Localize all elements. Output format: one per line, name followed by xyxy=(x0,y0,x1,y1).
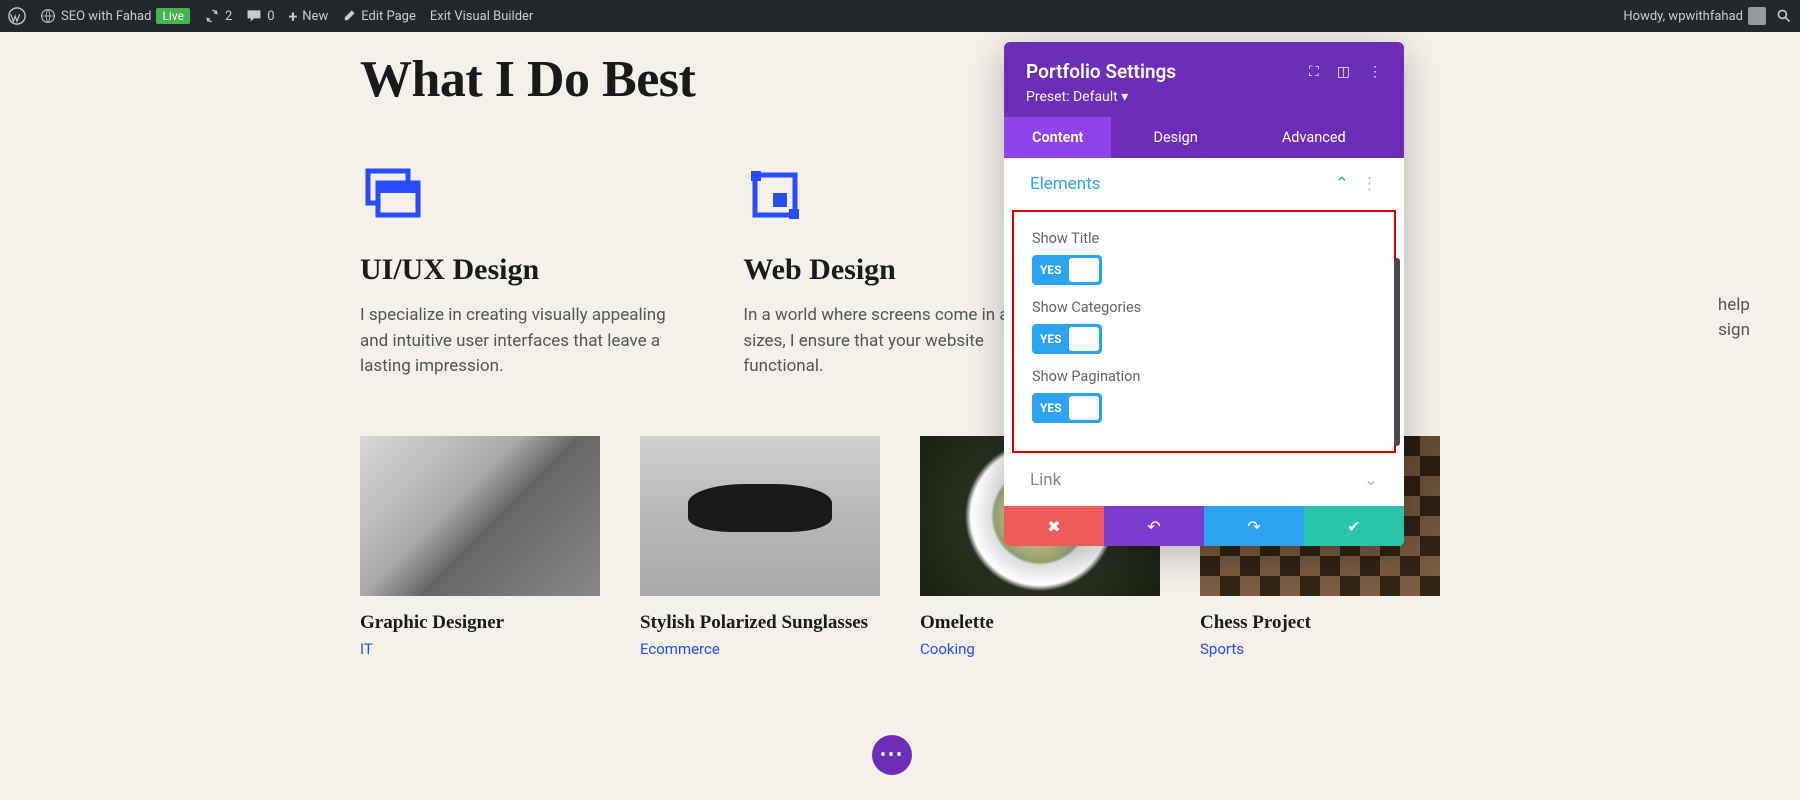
portfolio-title: Graphic Designer xyxy=(360,612,600,634)
updates-count: 2 xyxy=(225,9,232,24)
service-desc-fragment: help xyxy=(1718,293,1750,319)
exit-visual-builder-link[interactable]: Exit Visual Builder xyxy=(430,9,533,24)
avatar xyxy=(1748,7,1766,25)
crop-icon xyxy=(743,163,807,227)
toggle-show-pagination-row: Show Pagination YES xyxy=(1032,368,1376,423)
browser-stack-icon xyxy=(360,163,424,227)
check-icon: ✔ xyxy=(1347,517,1360,536)
portfolio-title: Stylish Polarized Sunglasses xyxy=(640,612,880,634)
more-icon: ••• xyxy=(880,745,904,766)
page-content: What I Do Best UI/UX Design I specialize… xyxy=(0,50,1800,658)
preset-label: Preset: Default xyxy=(1026,89,1118,105)
portfolio-title: Omelette xyxy=(920,612,1160,634)
save-button[interactable]: ✔ xyxy=(1304,506,1404,546)
tab-advanced[interactable]: Advanced xyxy=(1240,117,1388,158)
section-link-label: Link xyxy=(1030,470,1061,490)
portfolio-title: Chess Project xyxy=(1200,612,1440,634)
toggle-show-pagination[interactable]: YES xyxy=(1032,393,1102,423)
kebab-icon[interactable]: ⋮ xyxy=(1368,64,1382,80)
section-elements-header[interactable]: Elements ⌃ ⋮ xyxy=(1004,158,1404,210)
expand-icon[interactable]: ⛶ xyxy=(1309,64,1319,80)
panel-scrollbar[interactable] xyxy=(1394,258,1400,446)
toggle-show-categories[interactable]: YES xyxy=(1032,324,1102,354)
redo-button[interactable]: ↷ xyxy=(1204,506,1304,546)
preset-dropdown[interactable]: Preset: Default ▾ xyxy=(1026,89,1382,105)
howdy-link[interactable]: Howdy, wpwithfahad xyxy=(1623,7,1766,25)
portfolio-category-link[interactable]: Sports xyxy=(1200,640,1440,658)
toggle-show-title[interactable]: YES xyxy=(1032,255,1102,285)
service-uiux: UI/UX Design I specialize in creating vi… xyxy=(360,163,673,380)
portfolio-category-link[interactable]: IT xyxy=(360,640,600,658)
site-name-link[interactable]: SEO with Fahad Live xyxy=(40,8,190,24)
section-elements-label: Elements xyxy=(1030,174,1100,194)
wp-logo[interactable] xyxy=(8,7,26,25)
toggle-knob xyxy=(1069,258,1099,282)
toggle-show-categories-row: Show Categories YES xyxy=(1032,299,1376,354)
divi-fab-button[interactable]: ••• xyxy=(872,735,912,775)
panel-actions: ✖ ↶ ↷ ✔ xyxy=(1004,506,1404,546)
toggle-label: Show Categories xyxy=(1032,299,1376,316)
caret-down-icon: ▾ xyxy=(1121,89,1128,105)
portfolio-category-link[interactable]: Ecommerce xyxy=(640,640,880,658)
site-name-text: SEO with Fahad xyxy=(61,9,151,24)
service-title: UI/UX Design xyxy=(360,253,673,287)
chevron-up-icon: ⌃ xyxy=(1335,174,1349,194)
toggle-value: YES xyxy=(1032,332,1062,346)
portfolio-settings-panel: Portfolio Settings ⛶ ◫ ⋮ Preset: Default… xyxy=(1004,42,1404,546)
panel-tabs: Content Design Advanced xyxy=(1004,117,1404,158)
snap-icon[interactable]: ◫ xyxy=(1337,64,1350,80)
search-icon[interactable] xyxy=(1776,8,1792,24)
edit-page-label: Edit Page xyxy=(361,9,416,24)
chevron-down-icon: ⌄ xyxy=(1364,470,1378,490)
comments-link[interactable]: 0 xyxy=(246,8,274,24)
toggle-knob xyxy=(1069,327,1099,351)
wp-admin-bar: SEO with Fahad Live 2 0 + New Edit Page … xyxy=(0,0,1800,32)
kebab-icon[interactable]: ⋮ xyxy=(1361,174,1378,194)
undo-icon: ↶ xyxy=(1147,517,1160,536)
toggle-value: YES xyxy=(1032,263,1062,277)
toggle-label: Show Pagination xyxy=(1032,368,1376,385)
toggle-label: Show Title xyxy=(1032,230,1376,247)
redo-icon: ↷ xyxy=(1247,517,1260,536)
panel-header[interactable]: Portfolio Settings ⛶ ◫ ⋮ Preset: Default… xyxy=(1004,42,1404,117)
new-label: New xyxy=(302,9,328,24)
toggle-show-title-row: Show Title YES xyxy=(1032,230,1376,285)
cancel-button[interactable]: ✖ xyxy=(1004,506,1104,546)
portfolio-item[interactable]: Graphic Designer IT xyxy=(360,436,600,658)
portfolio-category-link[interactable]: Cooking xyxy=(920,640,1160,658)
new-link[interactable]: + New xyxy=(289,7,329,26)
edit-page-link[interactable]: Edit Page xyxy=(342,9,416,24)
close-icon: ✖ xyxy=(1047,517,1060,536)
toggle-knob xyxy=(1069,396,1099,420)
updates-link[interactable]: 2 xyxy=(204,8,232,24)
live-badge: Live xyxy=(156,8,189,24)
portfolio-item[interactable]: Stylish Polarized Sunglasses Ecommerce xyxy=(640,436,880,658)
panel-title: Portfolio Settings xyxy=(1026,60,1176,83)
exit-vb-label: Exit Visual Builder xyxy=(430,9,533,24)
howdy-text: Howdy, wpwithfahad xyxy=(1623,9,1743,24)
portfolio-thumb xyxy=(640,436,880,596)
section-link-header[interactable]: Link ⌄ xyxy=(1004,453,1404,506)
undo-button[interactable]: ↶ xyxy=(1104,506,1204,546)
elements-highlight-box: Show Title YES Show Categories YES Show … xyxy=(1012,210,1396,453)
tab-design[interactable]: Design xyxy=(1111,117,1239,158)
portfolio-thumb xyxy=(360,436,600,596)
service-desc-fragment: sign xyxy=(1718,318,1750,344)
comments-count: 0 xyxy=(267,9,274,24)
toggle-value: YES xyxy=(1032,401,1062,415)
service-desc: I specialize in creating visually appeal… xyxy=(360,303,673,380)
tab-content[interactable]: Content xyxy=(1004,117,1111,158)
